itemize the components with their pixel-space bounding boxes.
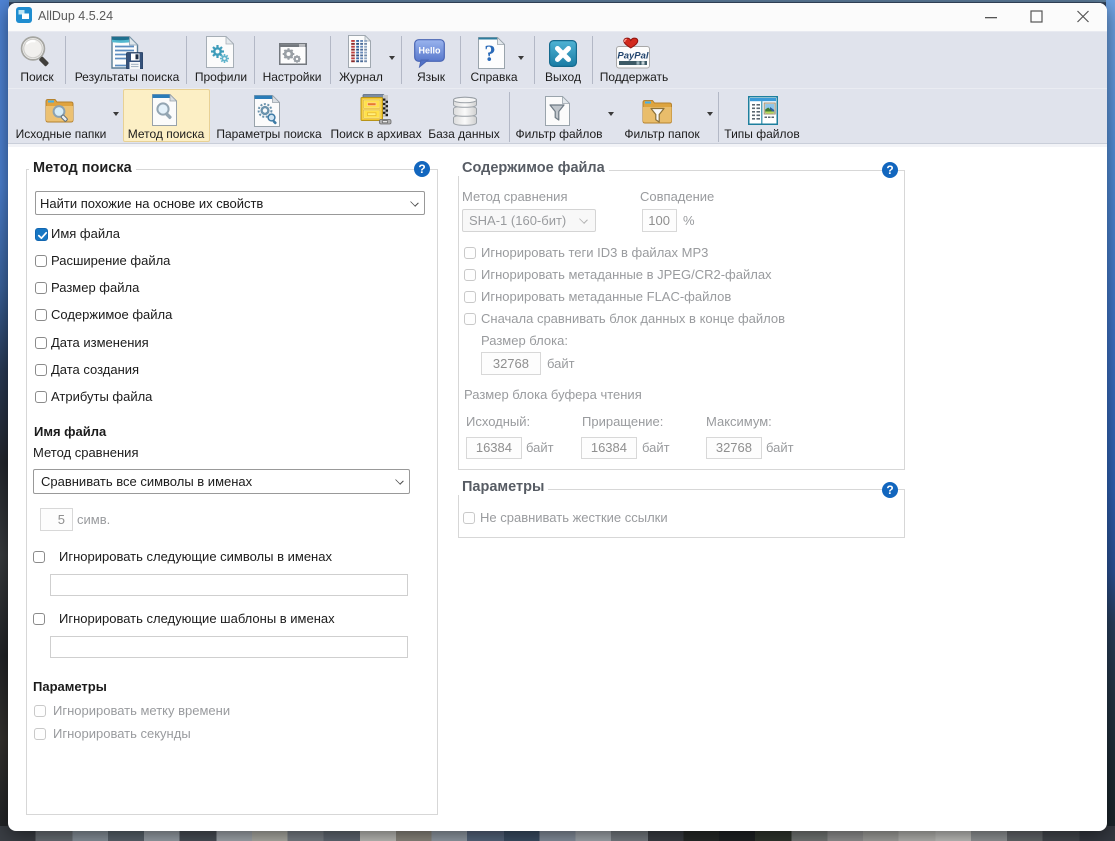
svg-text:PayPal: PayPal	[617, 51, 649, 62]
svg-text:Hello: Hello	[418, 46, 441, 56]
svg-text:?: ?	[484, 41, 496, 66]
